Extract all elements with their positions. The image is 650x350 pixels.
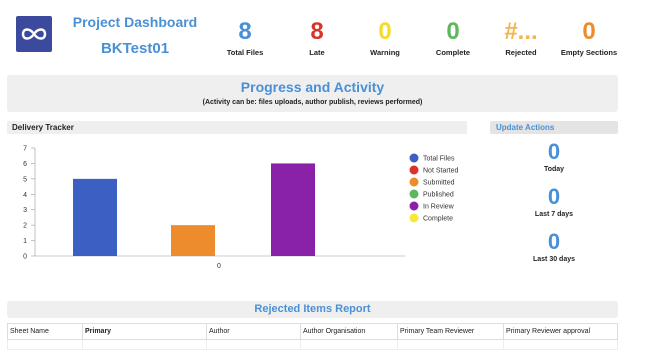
bar-in-review xyxy=(271,163,315,256)
legend-swatch xyxy=(409,177,419,187)
progress-activity-panel: Progress and Activity (Activity can be: … xyxy=(7,75,618,112)
y-tick-label: 3 xyxy=(23,207,27,214)
stat-late[interactable]: 8 Late xyxy=(285,18,349,57)
y-tick-label: 4 xyxy=(23,192,27,199)
column-header[interactable]: Primary Reviewer approval xyxy=(503,323,618,340)
update-label: Last 7 days xyxy=(534,211,574,218)
update-today: 0 Today xyxy=(490,139,618,174)
stat-label: Complete xyxy=(435,48,471,57)
column-header[interactable]: Author Organisation xyxy=(300,323,398,340)
legend-swatch xyxy=(409,213,419,223)
y-tick-label: 1 xyxy=(23,238,27,245)
update-value: 0 xyxy=(547,139,561,164)
stat-label: Rejected xyxy=(505,48,537,57)
stat-warning[interactable]: 0 Warning xyxy=(353,18,417,57)
stat-empty-sections[interactable]: 0 Empty Sections xyxy=(557,18,621,57)
x-tick-label: 0 xyxy=(217,263,221,270)
stat-label: Late xyxy=(309,48,325,57)
legend-label: Submitted xyxy=(423,180,455,187)
legend-swatch xyxy=(409,201,419,211)
y-tick-label: 7 xyxy=(23,146,27,153)
update-actions-header: Update Actions xyxy=(490,121,618,134)
stat-value: 8 xyxy=(238,18,252,45)
infinity-icon xyxy=(21,28,47,40)
stat-label: Warning xyxy=(370,48,400,57)
legend-swatch xyxy=(409,153,419,163)
column-header[interactable]: Primary Team Reviewer xyxy=(397,323,504,340)
rejected-items-header: Rejected Items Report xyxy=(7,301,618,318)
bar-total-files xyxy=(73,178,117,256)
stat-value: 0 xyxy=(582,18,596,45)
legend-label: Complete xyxy=(423,216,453,223)
project-name: BKTest01 xyxy=(100,40,170,57)
y-tick-label: 5 xyxy=(23,176,27,183)
stat-total-files[interactable]: 8 Total Files xyxy=(213,18,277,57)
bar-submitted xyxy=(171,225,215,256)
y-tick-label: 0 xyxy=(23,254,27,261)
stat-value: 8 xyxy=(310,18,324,45)
progress-subtitle: (Activity can be: files uploads, author … xyxy=(202,99,423,106)
legend-label: Published xyxy=(423,192,454,199)
update-last-7-days: 0 Last 7 days xyxy=(490,184,618,219)
legend-label: Not Started xyxy=(423,168,459,175)
column-header[interactable]: Author xyxy=(206,323,301,340)
stat-value: 0 xyxy=(378,18,392,45)
rejected-items-table: Sheet Name Primary Author Author Organis… xyxy=(7,323,618,350)
update-last-30-days: 0 Last 30 days xyxy=(490,229,618,264)
stat-value: #... xyxy=(504,18,538,45)
update-label: Last 30 days xyxy=(532,256,576,263)
legend-label: Total Files xyxy=(423,156,455,163)
table-row xyxy=(7,339,618,350)
stat-label: Empty Sections xyxy=(560,48,618,57)
update-label: Today xyxy=(543,166,565,173)
progress-title: Progress and Activity xyxy=(240,79,385,95)
page-title: Project Dashboard xyxy=(72,14,198,30)
stat-label: Total Files xyxy=(226,48,264,57)
y-tick-label: 2 xyxy=(23,223,27,230)
legend-swatch xyxy=(409,165,419,175)
update-value: 0 xyxy=(547,184,561,209)
y-tick-label: 6 xyxy=(23,161,27,168)
legend-swatch xyxy=(409,189,419,199)
legend-label: In Review xyxy=(423,204,455,211)
stat-rejected[interactable]: #... Rejected xyxy=(489,18,553,57)
table-header-row: Sheet Name Primary Author Author Organis… xyxy=(7,323,618,340)
stat-value: 0 xyxy=(446,18,460,45)
column-header[interactable]: Primary xyxy=(82,323,207,340)
column-header[interactable]: Sheet Name xyxy=(7,323,83,340)
delivery-tracker-chart: 0 1 2 3 4 5 6 7 0 Total Files Not Started Submitted… xyxy=(23,146,459,271)
stat-complete[interactable]: 0 Complete xyxy=(421,18,485,57)
delivery-tracker-header: Delivery Tracker xyxy=(7,121,467,134)
project-logo xyxy=(16,16,52,52)
update-value: 0 xyxy=(547,229,561,254)
